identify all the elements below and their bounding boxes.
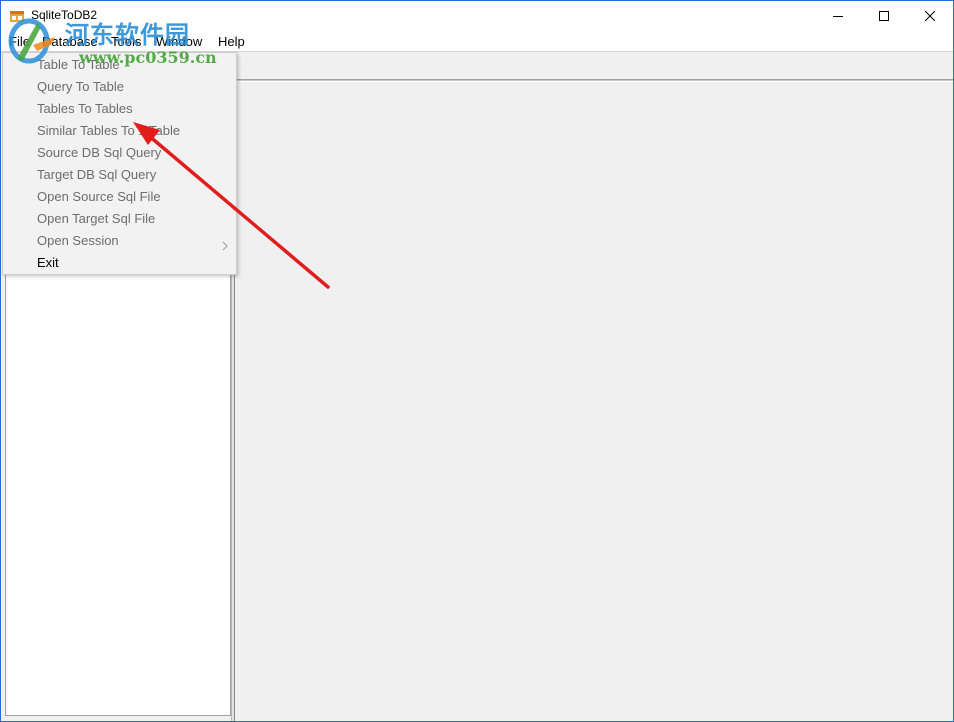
database-app-icon (10, 11, 24, 22)
menu-database[interactable]: Database (42, 34, 98, 49)
menu-bar: File Database Tools Window Help (1, 31, 953, 51)
close-icon (925, 11, 935, 21)
file-menu-dropdown: Table To Table Query To Table Tables To … (2, 52, 237, 275)
session-tree-panel[interactable] (5, 275, 231, 716)
menu-item-query-to-table[interactable]: Query To Table (37, 76, 124, 98)
mdi-workspace (237, 82, 953, 721)
menu-help[interactable]: Help (218, 34, 245, 49)
menu-item-similar-tables[interactable]: Similar Tables To 1 Table (37, 120, 180, 142)
app-window: SqliteToDB2 File Database Tools Window H… (0, 0, 954, 722)
menu-item-source-db-sql-query[interactable]: Source DB Sql Query (37, 142, 161, 164)
menu-item-target-db-sql-query[interactable]: Target DB Sql Query (37, 164, 156, 186)
menu-item-open-source-sql-file[interactable]: Open Source Sql File (37, 186, 161, 208)
menu-file[interactable]: File (9, 34, 30, 49)
window-title: SqliteToDB2 (31, 8, 98, 22)
chevron-right-icon (222, 241, 228, 251)
menu-tools[interactable]: Tools (111, 34, 141, 49)
minimize-button[interactable] (815, 1, 861, 31)
menu-item-exit[interactable]: Exit (37, 252, 59, 274)
maximize-button[interactable] (861, 1, 907, 31)
menu-item-open-target-sql-file[interactable]: Open Target Sql File (37, 208, 155, 230)
menu-item-table-to-table[interactable]: Table To Table (37, 54, 120, 76)
minimize-icon (833, 16, 843, 17)
menu-item-tables-to-tables[interactable]: Tables To Tables (37, 98, 133, 120)
close-button[interactable] (907, 1, 953, 31)
toolbar (237, 52, 953, 79)
maximize-icon (879, 11, 889, 21)
menu-window[interactable]: Window (156, 34, 202, 49)
menu-item-open-session[interactable]: Open Session (37, 230, 119, 252)
panel-splitter[interactable] (231, 275, 235, 721)
title-bar[interactable]: SqliteToDB2 (1, 1, 953, 31)
